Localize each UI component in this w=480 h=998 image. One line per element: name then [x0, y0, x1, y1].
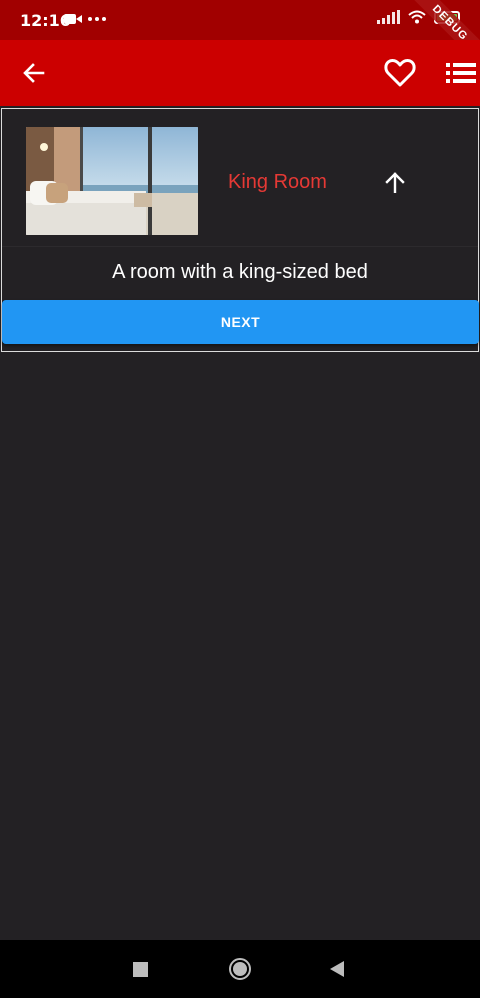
back-button[interactable]	[18, 57, 50, 89]
list-button[interactable]	[444, 57, 478, 89]
room-description: A room with a king-sized bed	[112, 261, 368, 283]
recent-apps-icon[interactable]	[133, 962, 148, 977]
room-row[interactable]: King Room	[2, 109, 478, 247]
room-image	[26, 127, 198, 235]
app-bar	[0, 40, 480, 106]
more-dots-icon	[88, 17, 106, 21]
expand-toggle-button[interactable]	[382, 169, 408, 195]
back-icon[interactable]	[330, 961, 344, 977]
status-left-icons	[64, 13, 106, 25]
room-card: King Room A room with a king-sized bed N…	[1, 108, 479, 352]
video-camera-icon	[64, 13, 82, 25]
arrow-up-icon	[385, 172, 405, 193]
next-button[interactable]: NEXT	[2, 300, 479, 344]
home-icon[interactable]	[229, 958, 251, 980]
wifi-icon	[408, 10, 426, 24]
arrow-back-icon	[23, 63, 45, 83]
status-bar: 12:16 DEBUG	[0, 0, 480, 72]
favorite-button[interactable]	[382, 55, 418, 91]
system-nav-bar	[0, 940, 480, 998]
heart-outline-icon	[384, 58, 416, 87]
room-name: King Room	[228, 171, 327, 193]
signal-icon	[377, 10, 400, 24]
list-icon	[446, 63, 476, 83]
